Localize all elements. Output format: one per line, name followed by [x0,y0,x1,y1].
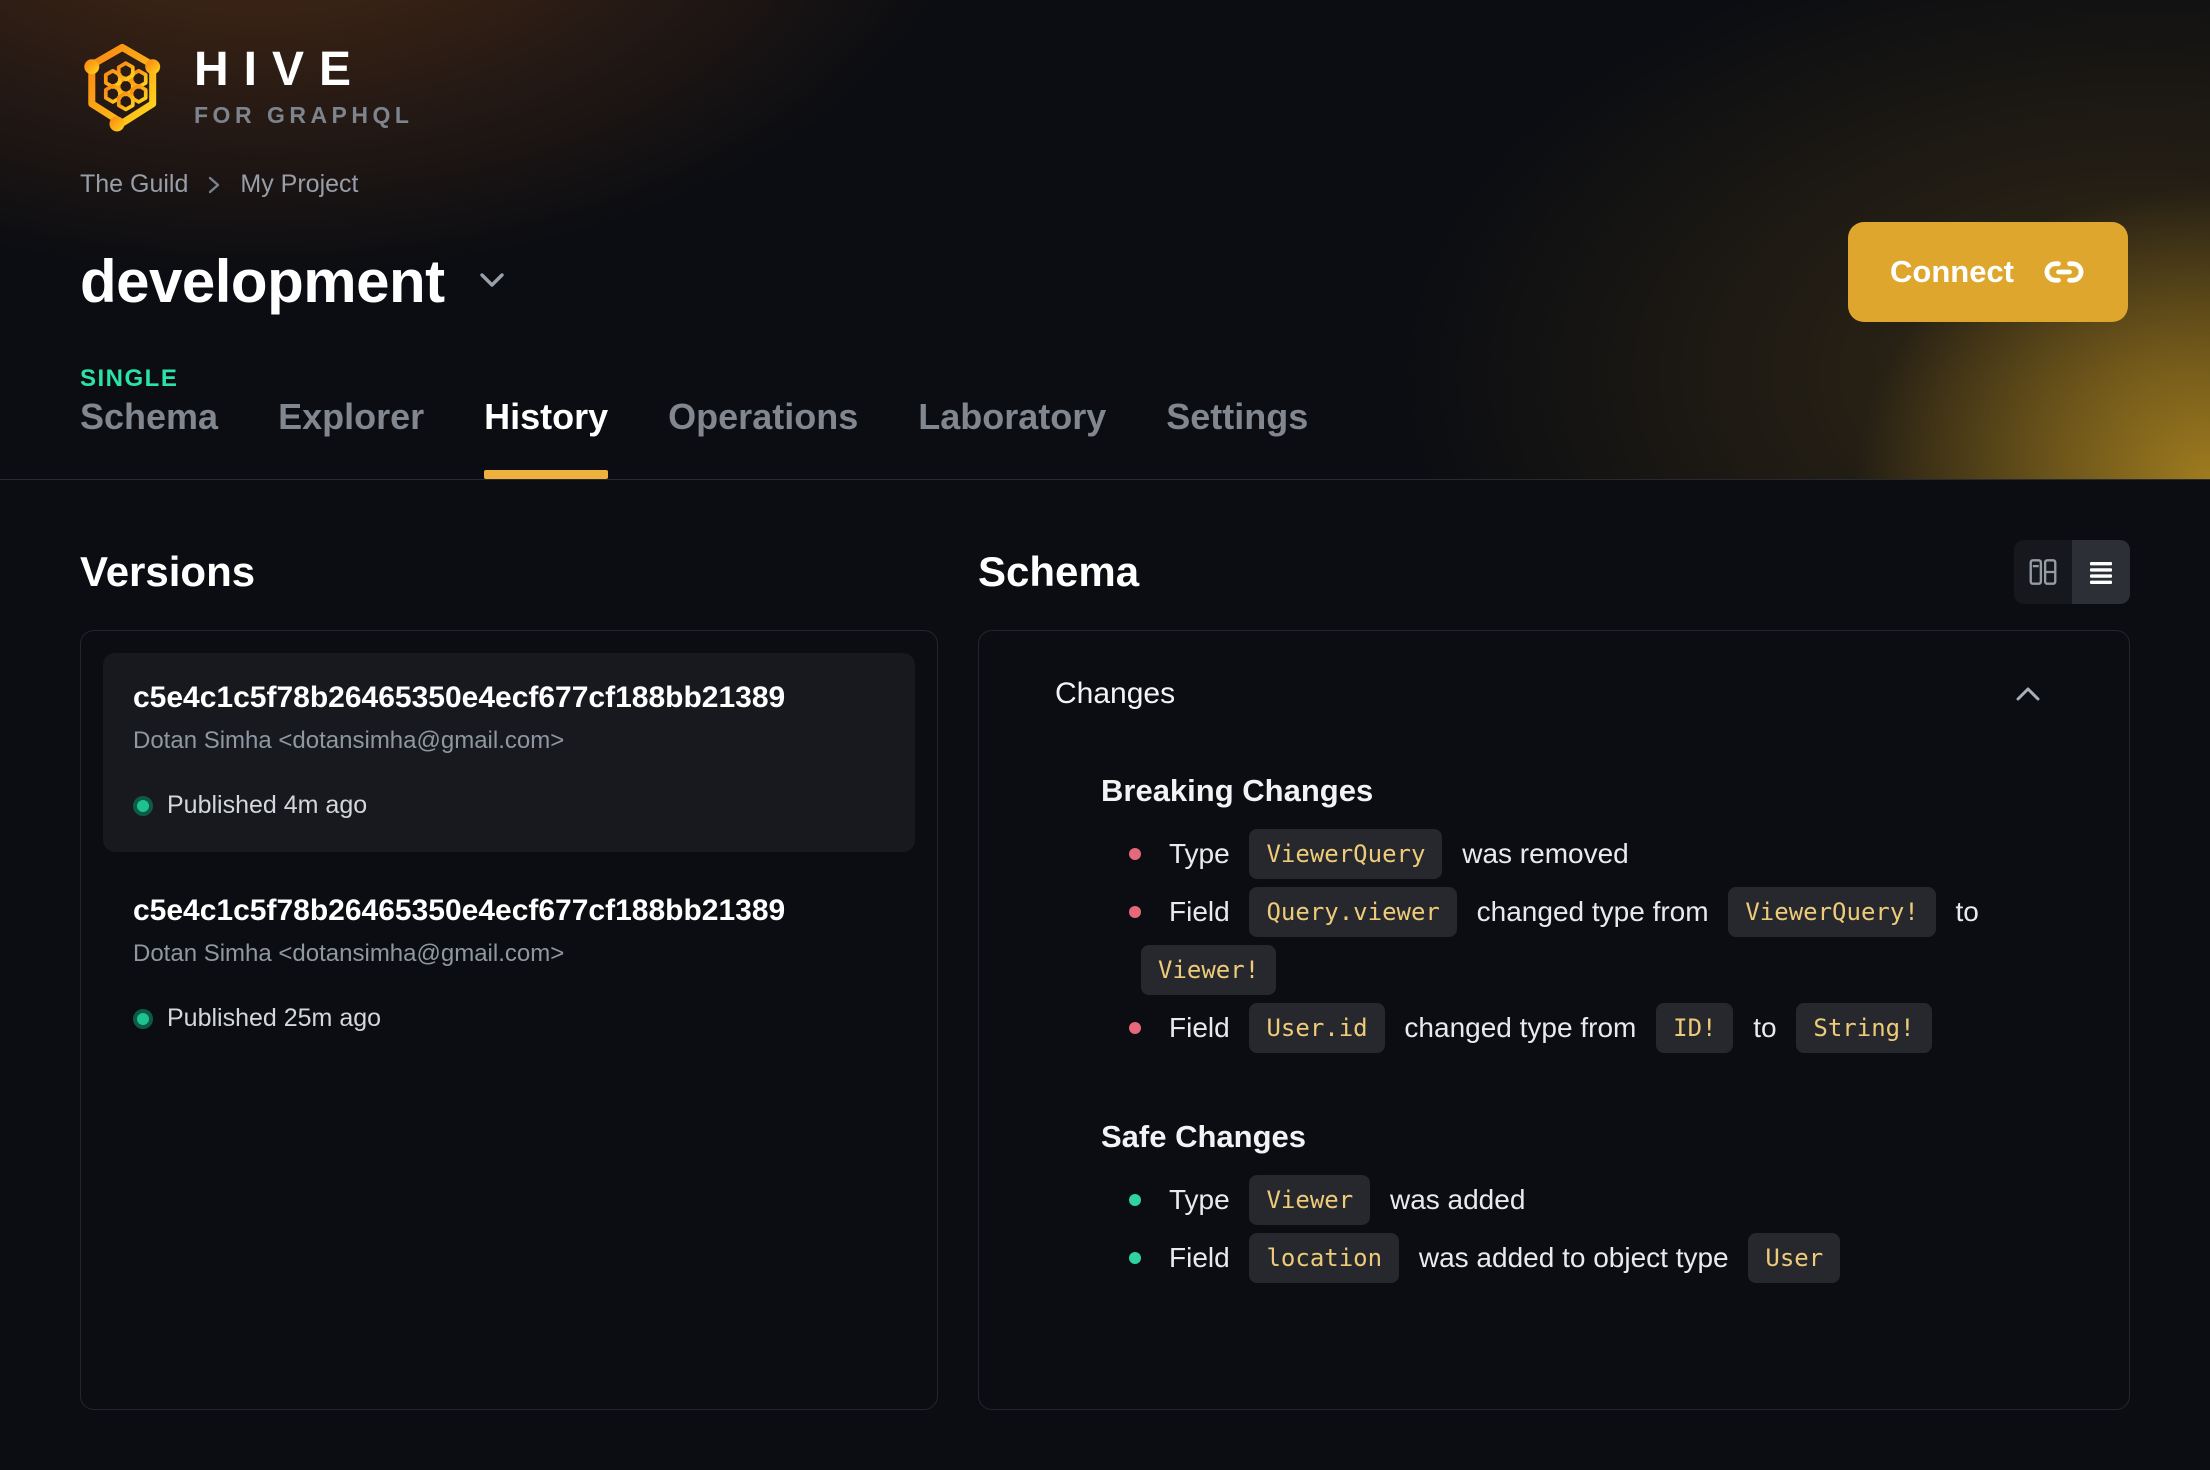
change-section-safe: Safe Changes Type Viewer was added Field … [1101,1119,2045,1287]
changes-panel: Changes Breaking Changes Type ViewerQuery… [978,630,2130,1410]
change-section-breaking: Breaking Changes Type ViewerQuery was rem… [1101,773,2045,1057]
version-status: Published 4m ago [133,791,885,820]
change-text: to [1753,1012,1777,1043]
change-text: to [1955,896,1979,927]
change-item: Field Query.viewer changed type from Vie… [1101,883,2045,999]
breadcrumb-project[interactable]: My Project [240,170,358,199]
hero-header: HIVE FOR GRAPHQL The Guild My Project de… [0,0,2210,480]
collapse-changes-button[interactable] [2011,681,2045,707]
target-mode-badge: SINGLE [80,365,179,393]
changes-header[interactable]: Changes [1055,677,2045,711]
code-token: ViewerQuery! [1728,886,1936,937]
tab-explorer[interactable]: Explorer [278,397,424,479]
change-text: Type [1169,838,1230,869]
tab-laboratory[interactable]: Laboratory [918,397,1106,479]
change-text: changed type from [1476,896,1709,927]
version-list: c5e4c1c5f78b26465350e4ecf677cf188bb21389… [80,630,938,1410]
columns-view-icon [2027,556,2059,588]
change-item: Field location was added to object type … [1101,1229,2045,1287]
columns-view-button[interactable] [2014,540,2072,604]
bullet-icon [1129,1021,1141,1034]
version-status: Published 25m ago [133,1004,885,1033]
tab-schema[interactable]: Schema [80,397,218,479]
hive-logo-icon [80,40,168,134]
change-text: Field [1169,1012,1230,1043]
code-token: Viewer! [1141,944,1277,995]
version-author: Dotan Simha <dotansimha@gmail.com> [133,727,565,754]
versions-heading: Versions [80,548,256,595]
section-title: Breaking Changes [1101,773,1374,808]
code-token: location [1249,1232,1400,1283]
bullet-icon [1129,905,1141,918]
change-list: Type ViewerQuery was removed Field Query… [1101,825,2045,1057]
version-status-text: Published 4m ago [167,791,368,819]
code-token: String! [1796,1002,1932,1053]
code-token: Query.viewer [1249,886,1457,937]
schema-header: Schema [978,540,2130,604]
breadcrumb-org[interactable]: The Guild [80,170,188,199]
tab-history[interactable]: History [484,397,609,479]
change-text: changed type from [1404,1012,1637,1043]
version-card[interactable]: c5e4c1c5f78b26465350e4ecf677cf188bb21389… [103,653,915,852]
change-text: was added to object type [1418,1242,1729,1273]
list-view-button[interactable] [2072,540,2130,604]
version-card[interactable]: c5e4c1c5f78b26465350e4ecf677cf188bb21389… [103,866,915,1065]
code-token: ViewerQuery [1249,828,1443,879]
logo-row: HIVE FOR GRAPHQL [80,0,2130,134]
tab-settings[interactable]: Settings [1166,397,1308,479]
breadcrumb-separator-icon [206,173,222,197]
brand-text: HIVE FOR GRAPHQL [194,42,414,129]
list-view-icon [2086,557,2116,587]
main-content: Versions c5e4c1c5f78b26465350e4ecf677cf1… [0,480,2210,1410]
changes-sections: Breaking Changes Type ViewerQuery was rem… [1055,773,2045,1287]
breadcrumb: The Guild My Project [80,170,2130,199]
bullet-icon [1129,1193,1141,1206]
change-text: Field [1169,896,1230,927]
title-row[interactable]: development [80,209,2130,355]
change-item: Type ViewerQuery was removed [1101,825,2045,883]
tab-bar: Schema Explorer History Operations Laborator… [80,397,1308,479]
bullet-icon [1129,1251,1141,1264]
code-token: Viewer [1249,1174,1371,1225]
code-token: User [1748,1232,1841,1283]
tab-operations[interactable]: Operations [668,397,858,479]
green-dot-icon [133,795,153,816]
code-token: ID! [1656,1002,1734,1053]
connect-button-label: Connect [1890,254,2014,289]
target-title: development [80,248,445,316]
version-hash: c5e4c1c5f78b26465350e4ecf677cf188bb21389 [133,894,786,927]
change-item: Type Viewer was added [1101,1171,2045,1229]
chevron-up-icon [2011,681,2045,707]
section-title: Safe Changes [1101,1119,1307,1154]
schema-column: Schema Changes Breaking Changes Type Vie… [978,540,2130,1410]
link-icon [2042,250,2086,294]
change-text: was added [1389,1184,1526,1215]
brand-name: HIVE [194,42,367,96]
change-text: Type [1169,1184,1230,1215]
bullet-icon [1129,847,1141,860]
change-item: Field User.id changed type from ID! to S… [1101,999,2045,1057]
code-token: User.id [1249,1002,1385,1053]
view-toggle [2014,540,2130,604]
connect-button[interactable]: Connect [1848,222,2128,322]
schema-heading: Schema [978,548,1140,595]
version-author: Dotan Simha <dotansimha@gmail.com> [133,940,565,967]
versions-header: Versions [80,540,938,604]
chevron-down-icon [475,268,509,297]
change-text: was removed [1462,838,1629,869]
versions-column: Versions c5e4c1c5f78b26465350e4ecf677cf1… [80,540,938,1410]
changes-title: Changes [1055,677,1176,710]
version-status-text: Published 25m ago [167,1004,382,1032]
brand-tagline: FOR GRAPHQL [194,101,414,128]
change-list: Type Viewer was added Field location was… [1101,1171,2045,1287]
change-text: Field [1169,1242,1230,1273]
version-hash: c5e4c1c5f78b26465350e4ecf677cf188bb21389 [133,681,786,714]
green-dot-icon [133,1008,153,1029]
